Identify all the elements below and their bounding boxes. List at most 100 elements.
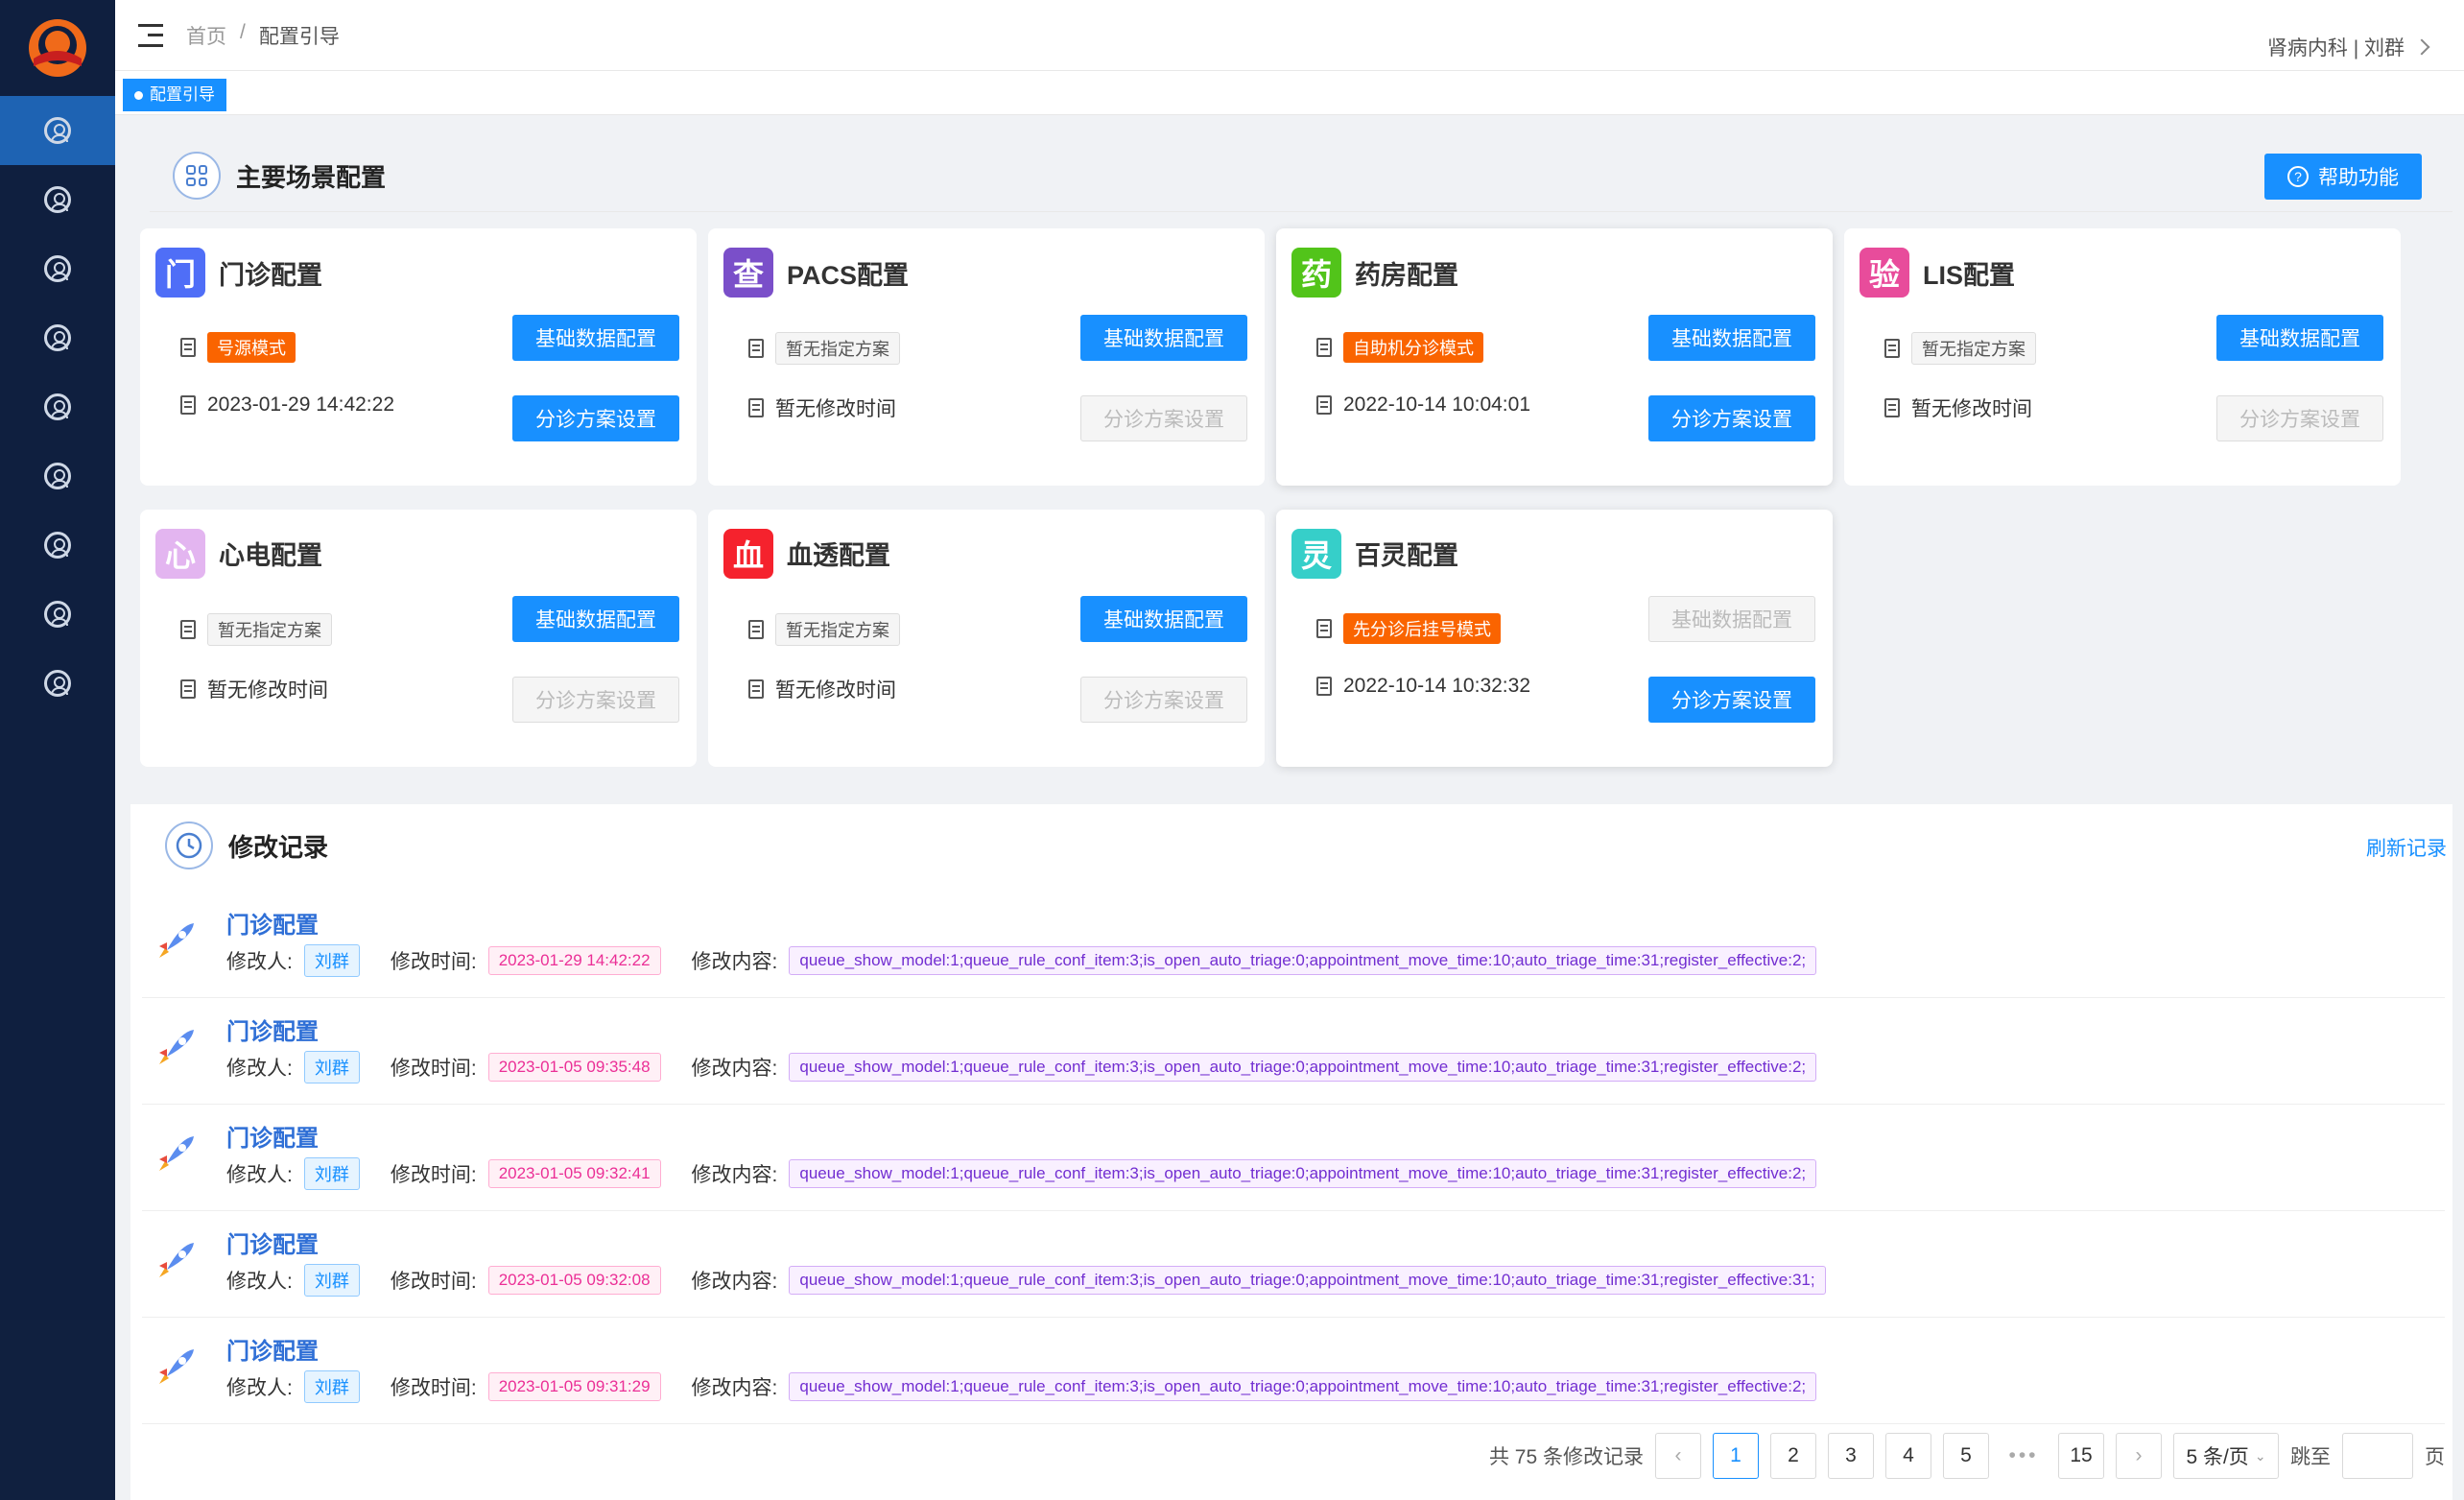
page-2[interactable]: 2 — [1770, 1433, 1816, 1479]
next-page-button[interactable]: › — [2116, 1433, 2162, 1479]
basic-data-config-button[interactable]: 基础数据配置 — [1080, 595, 1247, 642]
tab-config-guide[interactable]: 配置引导 — [123, 79, 226, 111]
page-suffix: 页 — [2425, 1446, 2445, 1468]
record-title[interactable]: 门诊配置 — [226, 1226, 319, 1259]
content-label: 修改内容: — [691, 1377, 778, 1399]
card-time: 2023-01-29 14:42:22 — [207, 393, 394, 416]
sidebar-item-9[interactable] — [0, 649, 115, 718]
jump-input[interactable] — [2342, 1433, 2413, 1479]
page-last[interactable]: 15 — [2058, 1433, 2104, 1479]
document-icon — [1316, 338, 1332, 357]
page-3[interactable]: 3 — [1828, 1433, 1874, 1479]
record-title[interactable]: 门诊配置 — [226, 1012, 319, 1046]
triage-plan-button[interactable]: 分诊方案设置 — [512, 395, 679, 441]
rocket-icon — [159, 1030, 194, 1064]
content-tag: queue_show_model:1;queue_rule_conf_item:… — [789, 946, 1817, 975]
sidebar-item-2[interactable] — [0, 165, 115, 234]
content-tag: queue_show_model:1;queue_rule_conf_item:… — [789, 1159, 1817, 1188]
card-time: 暂无修改时间 — [1911, 398, 2032, 420]
triage-plan-button[interactable]: 分诊方案设置 — [1648, 676, 1815, 723]
basic-data-config-button[interactable]: 基础数据配置 — [512, 595, 679, 642]
card-mode-row: 先分诊后挂号模式 — [1316, 612, 1501, 644]
card-time-row: 2023-01-29 14:42:22 — [180, 393, 394, 417]
record-item: 门诊配置 修改人: 刘群 修改时间: 2023-01-05 09:32:08 修… — [142, 1212, 2445, 1318]
card-mode-row: 自助机分诊模式 — [1316, 332, 1483, 363]
user-menu[interactable]: 肾病内科 | 刘群 — [2267, 33, 2430, 61]
config-card: 验 LIS配置 暂无指定方案 暂无修改时间 基础数据配置 分诊方案设置 — [1844, 228, 2401, 486]
rocket-icon — [159, 923, 194, 958]
sidebar-item-8[interactable] — [0, 580, 115, 649]
card-title: LIS配置 — [1923, 260, 2016, 290]
triage-plan-button[interactable]: 分诊方案设置 — [2216, 395, 2383, 441]
mode-tag: 号源模式 — [207, 332, 296, 363]
content-label: 修改内容: — [691, 1271, 778, 1293]
pagination-total: 共 75 条修改记录 — [1488, 1446, 1644, 1468]
records-panel: 修改记录 刷新记录 门诊配置 修改人: 刘群 修改时间: 2023-01-29 … — [130, 804, 2452, 1500]
triage-plan-button[interactable]: 分诊方案设置 — [1080, 395, 1247, 441]
card-header: 查 PACS配置 — [723, 248, 909, 298]
sidebar-item-6[interactable] — [0, 441, 115, 511]
chevron-right-icon — [2413, 38, 2430, 56]
document-icon — [748, 679, 764, 699]
rocket-icon — [159, 1349, 194, 1384]
content-label: 修改内容: — [691, 1058, 778, 1080]
mode-tag: 暂无指定方案 — [775, 332, 900, 365]
triage-plan-button[interactable]: 分诊方案设置 — [1648, 395, 1815, 441]
refresh-records-link[interactable]: 刷新记录 — [2366, 833, 2447, 862]
help-button-label: 帮助功能 — [2318, 167, 2399, 189]
basic-data-config-button[interactable]: 基础数据配置 — [512, 315, 679, 361]
sidebar-item-7[interactable] — [0, 511, 115, 580]
basic-data-config-button[interactable]: 基础数据配置 — [1080, 315, 1247, 361]
card-mode-row: 暂无指定方案 — [748, 612, 900, 646]
sidebar-item-3[interactable] — [0, 234, 115, 303]
sidebar-item-5[interactable] — [0, 372, 115, 441]
basic-data-config-button[interactable]: 基础数据配置 — [2216, 315, 2383, 361]
card-time-row: 暂无修改时间 — [1884, 393, 2032, 422]
tag-bar: 配置引导 — [115, 71, 2464, 115]
page-4[interactable]: 4 — [1885, 1433, 1931, 1479]
triage-plan-button[interactable]: 分诊方案设置 — [1080, 676, 1247, 723]
card-time-row: 2022-10-14 10:32:32 — [1316, 675, 1530, 698]
document-icon — [748, 619, 764, 639]
user-icon — [44, 255, 71, 282]
clock-icon — [165, 821, 213, 869]
triage-plan-button[interactable]: 分诊方案设置 — [512, 676, 679, 723]
record-details: 修改人: 刘群 修改时间: 2023-01-05 09:32:08 修改内容: … — [226, 1264, 1826, 1297]
help-button[interactable]: ? 帮助功能 — [2264, 154, 2422, 200]
user-icon — [44, 186, 71, 213]
page-numbers: 12345 — [1713, 1433, 1989, 1479]
page-1[interactable]: 1 — [1713, 1433, 1759, 1479]
time-label: 修改时间: — [390, 1271, 477, 1293]
records-title: 修改记录 — [228, 832, 329, 862]
pagination-ellipsis[interactable]: ••• — [2001, 1444, 2047, 1467]
record-title[interactable]: 门诊配置 — [226, 1119, 319, 1153]
card-time-row: 2022-10-14 10:04:01 — [1316, 393, 1530, 417]
config-card: 血 血透配置 暂无指定方案 暂无修改时间 基础数据配置 分诊方案设置 — [708, 509, 1265, 767]
breadcrumb-home[interactable]: 首页 — [186, 21, 226, 50]
record-title[interactable]: 门诊配置 — [226, 906, 319, 940]
card-mode-row: 暂无指定方案 — [1884, 332, 2036, 365]
record-details: 修改人: 刘群 修改时间: 2023-01-05 09:35:48 修改内容: … — [226, 1051, 1817, 1083]
sidebar-item-1[interactable] — [0, 96, 115, 165]
grid-icon — [173, 152, 221, 200]
user-icon — [44, 670, 71, 697]
record-details: 修改人: 刘群 修改时间: 2023-01-05 09:32:41 修改内容: … — [226, 1157, 1817, 1190]
modifier-label: 修改人: — [226, 1058, 293, 1080]
basic-data-config-button[interactable]: 基础数据配置 — [1648, 315, 1815, 361]
card-title: 百灵配置 — [1355, 541, 1458, 571]
sidebar-item-4[interactable] — [0, 303, 115, 372]
record-title[interactable]: 门诊配置 — [226, 1332, 319, 1366]
card-badge: 灵 — [1291, 528, 1341, 579]
document-icon — [1884, 339, 1900, 358]
menu-toggle-icon[interactable] — [138, 23, 163, 47]
basic-data-config-button[interactable]: 基础数据配置 — [1648, 595, 1815, 642]
breadcrumb: 首页 / 配置引导 — [186, 21, 340, 50]
card-title: 药房配置 — [1355, 260, 1458, 290]
page-size-value: 5 条/页 — [2186, 1446, 2249, 1468]
page-size-select[interactable]: 5 条/页 ⌄ — [2173, 1433, 2279, 1479]
page-5[interactable]: 5 — [1943, 1433, 1989, 1479]
time-tag: 2023-01-29 14:42:22 — [487, 946, 661, 975]
prev-page-button[interactable]: ‹ — [1655, 1433, 1701, 1479]
card-title: 门诊配置 — [219, 260, 322, 290]
card-badge: 查 — [723, 248, 773, 298]
